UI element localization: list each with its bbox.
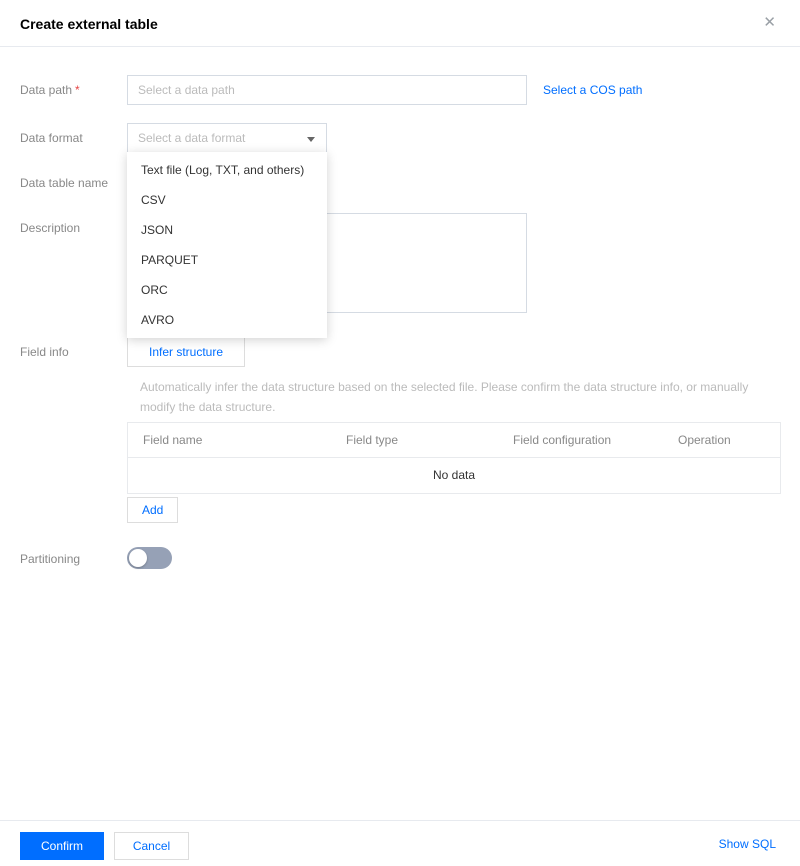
field-table-empty-row: No data <box>432 468 476 482</box>
dropdown-option[interactable]: CSV <box>127 185 327 215</box>
column-header: Field type <box>346 433 399 447</box>
column-header: Field name <box>143 433 203 447</box>
column-header: Operation <box>678 433 731 447</box>
data-format-select[interactable]: Select a data format <box>127 123 327 153</box>
infer-structure-button[interactable]: Infer structure <box>127 337 245 367</box>
create-external-table-dialog: Create external table ✕ Data path * Selec… <box>0 0 800 866</box>
description-label: Description <box>20 221 81 235</box>
toggle-knob <box>129 549 147 567</box>
dialog-footer: Confirm Cancel Show SQL <box>0 820 800 866</box>
confirm-button[interactable]: Confirm <box>20 832 104 860</box>
close-icon[interactable]: ✕ <box>763 14 776 32</box>
chevron-down-icon <box>307 137 315 142</box>
dropdown-option[interactable]: JSON <box>127 215 327 245</box>
data-format-dropdown: Text file (Log, TXT, and others) CSV JSON P… <box>127 152 327 338</box>
dropdown-option[interactable]: ORC <box>127 275 327 305</box>
dropdown-option[interactable]: PARQUET <box>127 245 327 275</box>
required-asterisk: * <box>75 83 80 97</box>
show-sql-link[interactable]: Show SQL <box>719 833 776 855</box>
dropdown-option[interactable]: AVRO <box>127 305 327 335</box>
partitioning-label: Partitioning <box>20 552 81 566</box>
dialog-title: Create external table <box>20 16 158 32</box>
dialog-header: Create external table ✕ <box>0 0 800 47</box>
data-table-name-label: Data table name <box>20 176 109 190</box>
field-info-help-text: Automatically infer the data structure b… <box>140 380 749 414</box>
dropdown-option[interactable]: Text file (Log, TXT, and others) <box>127 155 327 185</box>
data-path-label: Data path * <box>20 75 80 105</box>
field-table-header: Field name Field type Field configuration O… <box>128 423 780 458</box>
select-cos-path-link[interactable]: Select a COS path <box>543 75 642 105</box>
column-header: Field configuration <box>513 433 612 447</box>
add-field-button[interactable]: Add <box>127 497 179 523</box>
data-format-placeholder: Select a data format <box>138 131 246 145</box>
field-info-label: Field info <box>20 345 69 359</box>
partitioning-toggle[interactable] <box>127 547 172 569</box>
data-format-label: Data format <box>20 131 83 145</box>
data-path-input[interactable] <box>127 75 527 105</box>
field-table: Field name Field type Field configuration O… <box>127 422 781 494</box>
cancel-button[interactable]: Cancel <box>114 832 189 860</box>
data-path-label-text: Data path <box>20 83 73 97</box>
